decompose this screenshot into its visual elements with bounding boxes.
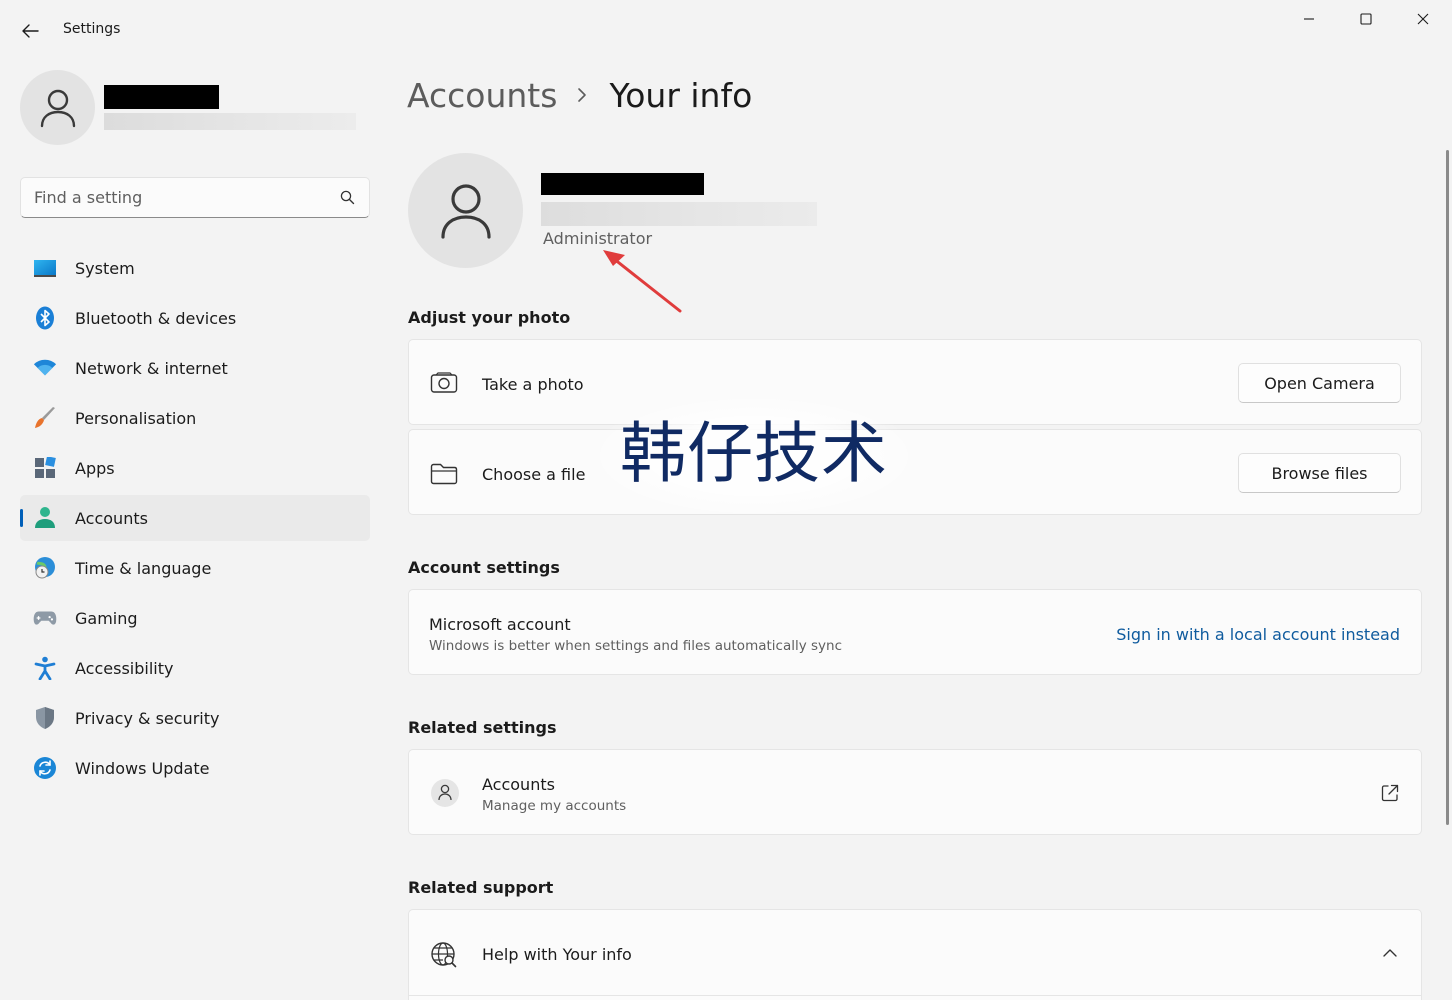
sidebar-item-label: Bluetooth & devices (75, 308, 237, 328)
sidebar-item-label: Apps (75, 458, 115, 478)
arrow-left-icon (22, 24, 39, 38)
apps-icon (33, 457, 57, 479)
sidebar-item-apps[interactable]: Apps (20, 445, 370, 491)
folder-icon (430, 463, 458, 485)
camera-icon (430, 372, 458, 394)
microsoft-account-card: Microsoft account Windows is better when… (408, 589, 1422, 675)
watermark-text: 韩仔技术 (598, 398, 910, 514)
sidebar-item-gaming[interactable]: Gaming (20, 595, 370, 641)
person-icon (440, 183, 491, 239)
chevron-right-icon (577, 87, 587, 103)
sidebar-nav: System Bluetooth & devices Network & int… (20, 245, 370, 795)
choose-file-card: Choose a file Browse files (408, 429, 1422, 515)
sidebar-item-bluetooth[interactable]: Bluetooth & devices (20, 295, 370, 341)
sidebar-item-network[interactable]: Network & internet (20, 345, 370, 391)
globe-search-icon (430, 941, 458, 969)
person-icon (40, 89, 75, 127)
search-icon[interactable] (340, 190, 355, 205)
profile-avatar[interactable] (20, 70, 95, 145)
related-accounts-subtitle: Manage my accounts (482, 798, 627, 814)
browse-files-button[interactable]: Browse files (1238, 453, 1401, 493)
sidebar-item-label: Time & language (75, 558, 212, 578)
annotation-arrow-icon (603, 250, 682, 313)
open-camera-button[interactable]: Open Camera (1238, 363, 1401, 403)
sidebar-item-accounts[interactable]: Accounts (20, 495, 370, 541)
user-email-redacted (541, 202, 817, 226)
search-input[interactable] (21, 178, 321, 217)
section-related-support-title: Related support (408, 878, 554, 897)
sign-in-local-account-link[interactable]: Sign in with a local account instead (1116, 625, 1400, 644)
chevron-up-icon[interactable] (1383, 948, 1397, 957)
sidebar-item-label: Accessibility (75, 658, 174, 678)
update-icon (33, 757, 57, 779)
help-your-info-card[interactable]: Help with Your info (408, 909, 1422, 1000)
divider (409, 995, 1421, 996)
sidebar-item-time-language[interactable]: Time & language (20, 545, 370, 591)
external-link-icon (1381, 784, 1399, 802)
sidebar-item-label: Accounts (75, 508, 148, 528)
take-photo-card: Take a photo Open Camera (408, 339, 1422, 425)
person-icon (431, 779, 459, 807)
maximize-icon (1360, 13, 1372, 25)
section-related-settings-title: Related settings (408, 718, 557, 737)
user-name-redacted (541, 173, 704, 195)
scrollbar-thumb[interactable] (1446, 150, 1449, 825)
related-accounts-card[interactable]: Accounts Manage my accounts (408, 749, 1422, 835)
sidebar-item-label: System (75, 258, 135, 278)
sidebar-item-label: Network & internet (75, 358, 228, 378)
section-adjust-photo-title: Adjust your photo (408, 308, 571, 327)
sidebar-item-label: Windows Update (75, 758, 210, 778)
system-display-icon (33, 257, 57, 279)
app-title: Settings (63, 21, 121, 37)
title-bar: Settings (0, 0, 1452, 60)
shield-icon (33, 707, 57, 729)
microsoft-account-title: Microsoft account (429, 615, 571, 634)
related-accounts-title: Accounts (482, 775, 555, 794)
take-photo-label: Take a photo (482, 375, 584, 394)
gamepad-icon (33, 607, 57, 629)
close-icon (1417, 13, 1429, 25)
wifi-icon (33, 357, 57, 379)
sidebar-item-windows-update[interactable]: Windows Update (20, 745, 370, 791)
minimize-icon (1304, 18, 1314, 20)
sidebar-item-privacy-security[interactable]: Privacy & security (20, 695, 370, 741)
microsoft-account-subtitle: Windows is better when settings and file… (429, 638, 843, 654)
search-box (20, 177, 370, 218)
profile-name-redacted (104, 85, 219, 109)
sidebar-item-label: Personalisation (75, 408, 197, 428)
globe-clock-icon (33, 557, 57, 579)
sidebar-item-label: Gaming (75, 608, 138, 628)
accessibility-icon (33, 656, 57, 680)
sidebar-item-label: Privacy & security (75, 708, 220, 728)
minimize-button[interactable] (1286, 4, 1332, 34)
user-avatar (408, 153, 523, 268)
choose-file-label: Choose a file (482, 465, 586, 484)
bluetooth-icon (33, 306, 57, 330)
profile-email-redacted (104, 113, 356, 130)
avatar (430, 778, 460, 808)
close-button[interactable] (1400, 4, 1446, 34)
sidebar-item-accessibility[interactable]: Accessibility (20, 645, 370, 691)
paintbrush-icon (33, 407, 57, 429)
section-account-settings-title: Account settings (408, 558, 560, 577)
breadcrumb-parent[interactable]: Accounts (407, 76, 557, 115)
sidebar-item-personalisation[interactable]: Personalisation (20, 395, 370, 441)
back-button[interactable] (14, 18, 46, 44)
help-your-info-label: Help with Your info (482, 945, 632, 964)
maximize-button[interactable] (1343, 4, 1389, 34)
breadcrumb: Accounts Your info (407, 72, 752, 118)
accounts-person-icon (33, 507, 57, 529)
sidebar-item-system[interactable]: System (20, 245, 370, 291)
page-title: Your info (609, 75, 753, 115)
